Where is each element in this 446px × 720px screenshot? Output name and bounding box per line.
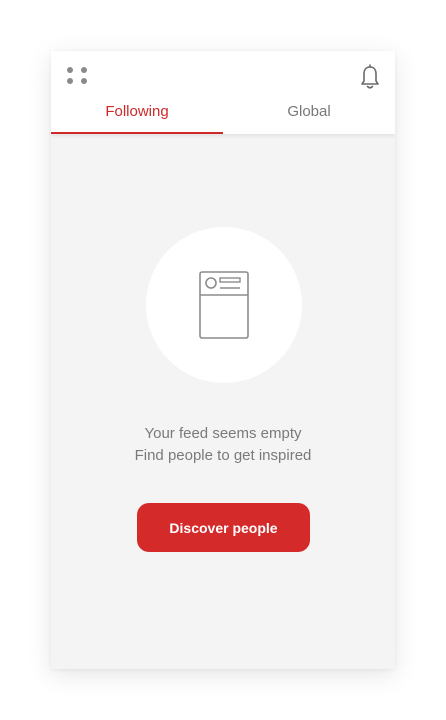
empty-feed-line-1: Your feed seems empty	[144, 425, 302, 442]
bell-icon	[361, 64, 379, 89]
tab-global[interactable]: Global	[223, 97, 395, 134]
feed-document-icon	[199, 271, 249, 339]
empty-feed-illustration	[146, 227, 302, 383]
top-bar: Following Global	[51, 51, 395, 134]
grid-dots-icon	[67, 67, 87, 84]
notifications-button[interactable]	[357, 63, 383, 91]
tab-following[interactable]: Following	[51, 97, 223, 134]
tab-following-label: Following	[105, 103, 169, 120]
empty-feed-message: Your feed seems empty Find people to get…	[51, 423, 395, 467]
empty-feed-line-2: Find people to get inspired	[134, 447, 312, 464]
menu-button[interactable]	[65, 65, 89, 87]
tab-global-label: Global	[287, 103, 331, 120]
active-tab-indicator	[51, 132, 223, 134]
feed-screen: Following Global Your feed seems empty F…	[51, 51, 395, 669]
discover-people-button[interactable]: Discover people	[137, 503, 310, 552]
